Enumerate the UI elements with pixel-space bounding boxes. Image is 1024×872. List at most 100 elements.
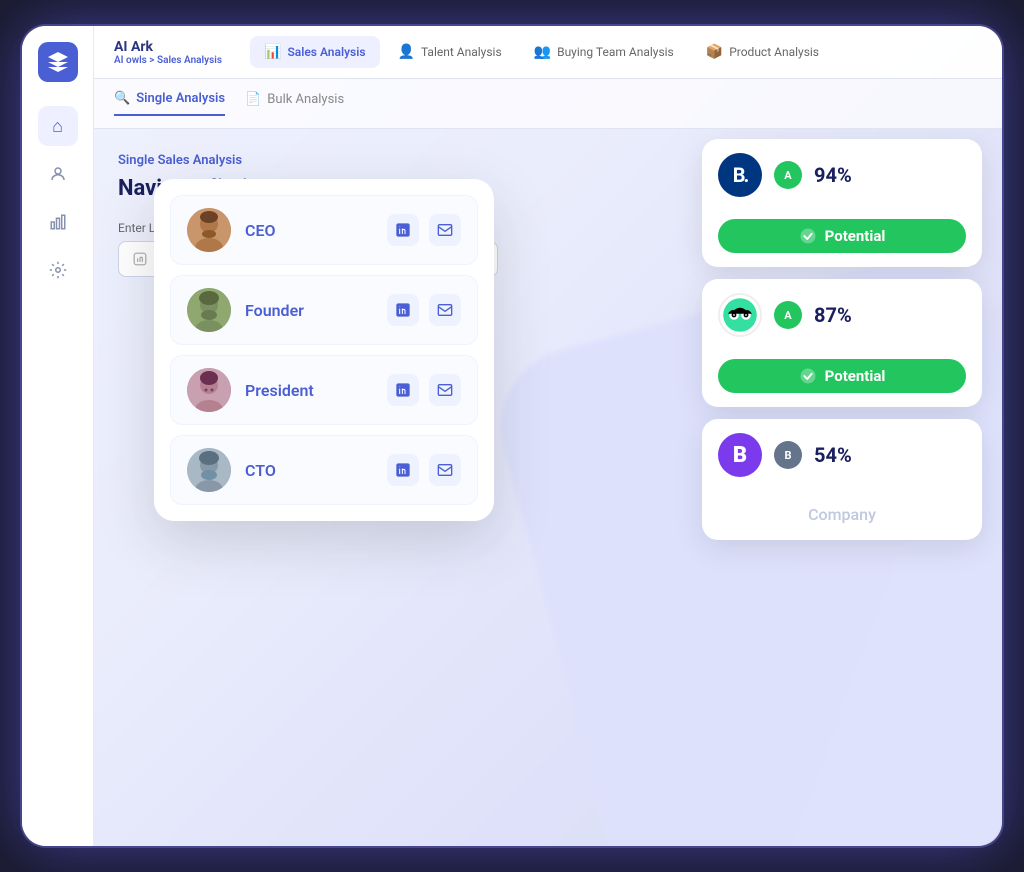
cto-email xyxy=(437,462,453,478)
founder-label: Founder xyxy=(245,301,373,320)
booking-percent: 94% xyxy=(814,163,852,187)
buying-tab-label: Buying Team Analysis xyxy=(557,45,674,59)
sales-tab-icon: 📊 xyxy=(264,44,281,60)
president-linkedin-icon[interactable] xyxy=(387,374,419,406)
b-card-top: B B 54% xyxy=(702,419,982,491)
president-actions xyxy=(387,374,461,406)
email-icon xyxy=(437,222,453,238)
profile-icon xyxy=(49,165,67,183)
president-avatar-img xyxy=(187,368,231,412)
founder-email xyxy=(437,302,453,318)
sales-tab-label: Sales Analysis xyxy=(287,45,365,59)
role-item-founder: Founder xyxy=(170,275,478,345)
settings-icon xyxy=(49,261,67,279)
cto-face xyxy=(187,448,231,492)
single-tab-icon: 🔍 xyxy=(114,91,130,106)
ceo-avatar xyxy=(187,208,231,252)
tripadvisor-status-label: Potential xyxy=(825,367,886,385)
founder-face xyxy=(187,288,231,332)
talent-tab-label: Talent Analysis xyxy=(421,45,502,59)
b-percent: 54% xyxy=(814,443,852,467)
logo-icon xyxy=(46,50,70,74)
content-area: Single Sales Analysis Navigate limit... … xyxy=(94,129,1002,846)
company-card-b: B B 54% Company xyxy=(702,419,982,540)
tab-buying-team[interactable]: 👥 Buying Team Analysis xyxy=(520,36,688,68)
cto-avatar xyxy=(187,448,231,492)
subtab-bulk-analysis[interactable]: 📄 Bulk Analysis xyxy=(245,91,344,116)
header-brand: AI Ark AI owls > Sales Analysis xyxy=(114,39,222,66)
tripadvisor-potential-badge: Potential xyxy=(718,359,966,393)
cto-linkedin-icon[interactable] xyxy=(387,454,419,486)
cto-linkedin xyxy=(395,462,411,478)
ceo-face xyxy=(187,208,231,252)
bulk-tab-label: Bulk Analysis xyxy=(267,92,344,107)
tripadvisor-percent: 87% xyxy=(814,303,852,327)
product-tab-label: Product Analysis xyxy=(729,45,819,59)
sidebar-item-home[interactable]: ⌂ xyxy=(38,106,78,146)
tripadvisor-icon xyxy=(722,297,758,333)
bulk-tab-icon: 📄 xyxy=(245,92,261,107)
tripadvisor-card-bottom: Potential xyxy=(702,351,982,407)
president-email-icon[interactable] xyxy=(429,374,461,406)
tab-product-analysis[interactable]: 📦 Product Analysis xyxy=(692,36,833,68)
president-avatar xyxy=(187,368,231,412)
booking-logo: B. xyxy=(718,153,762,197)
sidebar-item-profile[interactable] xyxy=(38,154,78,194)
app-logo xyxy=(38,42,78,82)
product-tab-icon: 📦 xyxy=(706,44,723,60)
founder-avatar xyxy=(187,288,231,332)
booking-potential-badge: Potential xyxy=(718,219,966,253)
company-card-tripadvisor: A 87% Potential xyxy=(702,279,982,407)
app-container: ⌂ AI Ark xyxy=(22,26,1002,846)
analytics-icon xyxy=(49,213,67,231)
tab-sales-analysis[interactable]: 📊 Sales Analysis xyxy=(250,36,379,68)
breadcrumb-current: Sales Analysis xyxy=(157,55,222,66)
breadcrumb: AI owls > Sales Analysis xyxy=(114,55,222,66)
booking-card-top: B. A 94% xyxy=(702,139,982,211)
main-content: AI Ark AI owls > Sales Analysis 📊 Sales … xyxy=(94,26,1002,846)
booking-status-label: Potential xyxy=(825,227,886,245)
single-tab-label: Single Analysis xyxy=(136,91,225,106)
founder-email-icon[interactable] xyxy=(429,294,461,326)
cto-label: CTO xyxy=(245,461,373,480)
founder-actions xyxy=(387,294,461,326)
subtab-single-analysis[interactable]: 🔍 Single Analysis xyxy=(114,91,225,116)
b-company-label: Company xyxy=(718,499,966,526)
breadcrumb-prefix: AI owls > xyxy=(114,55,154,66)
header: AI Ark AI owls > Sales Analysis 📊 Sales … xyxy=(94,26,1002,79)
founder-linkedin xyxy=(395,302,411,318)
talent-tab-icon: 👤 xyxy=(398,44,415,60)
tab-talent-analysis[interactable]: 👤 Talent Analysis xyxy=(384,36,516,68)
president-label: President xyxy=(245,381,373,400)
ceo-email-icon[interactable] xyxy=(429,214,461,246)
company-cards: B. A 94% Potential xyxy=(702,139,982,540)
ceo-linkedin-icon[interactable] xyxy=(387,214,419,246)
roles-popup: CEO xyxy=(154,179,494,521)
b-score-badge: B xyxy=(774,441,802,469)
role-item-president: President xyxy=(170,355,478,425)
booking-card-bottom: Potential xyxy=(702,211,982,267)
president-linkedin xyxy=(395,382,411,398)
tripadvisor-score-badge: A xyxy=(774,301,802,329)
b-company-logo: B xyxy=(718,433,762,477)
linkedin-icon xyxy=(395,222,411,238)
tripadvisor-card-top: A 87% xyxy=(702,279,982,351)
sidebar: ⌂ xyxy=(22,26,94,846)
cto-email-icon[interactable] xyxy=(429,454,461,486)
ceo-avatar-img xyxy=(187,208,231,252)
president-face xyxy=(187,368,231,412)
sidebar-item-settings[interactable] xyxy=(38,250,78,290)
potential-check-icon xyxy=(799,227,817,245)
sidebar-item-analytics[interactable] xyxy=(38,202,78,242)
app-name: AI Ark xyxy=(114,39,222,55)
role-item-ceo: CEO xyxy=(170,195,478,265)
president-email xyxy=(437,382,453,398)
ceo-actions xyxy=(387,214,461,246)
nav-tabs: 📊 Sales Analysis 👤 Talent Analysis 👥 Buy… xyxy=(250,36,833,68)
tripadvisor-check-icon xyxy=(799,367,817,385)
tripadvisor-logo xyxy=(718,293,762,337)
founder-linkedin-icon[interactable] xyxy=(387,294,419,326)
cto-avatar-img xyxy=(187,448,231,492)
booking-score-badge: A xyxy=(774,161,802,189)
founder-avatar-img xyxy=(187,288,231,332)
